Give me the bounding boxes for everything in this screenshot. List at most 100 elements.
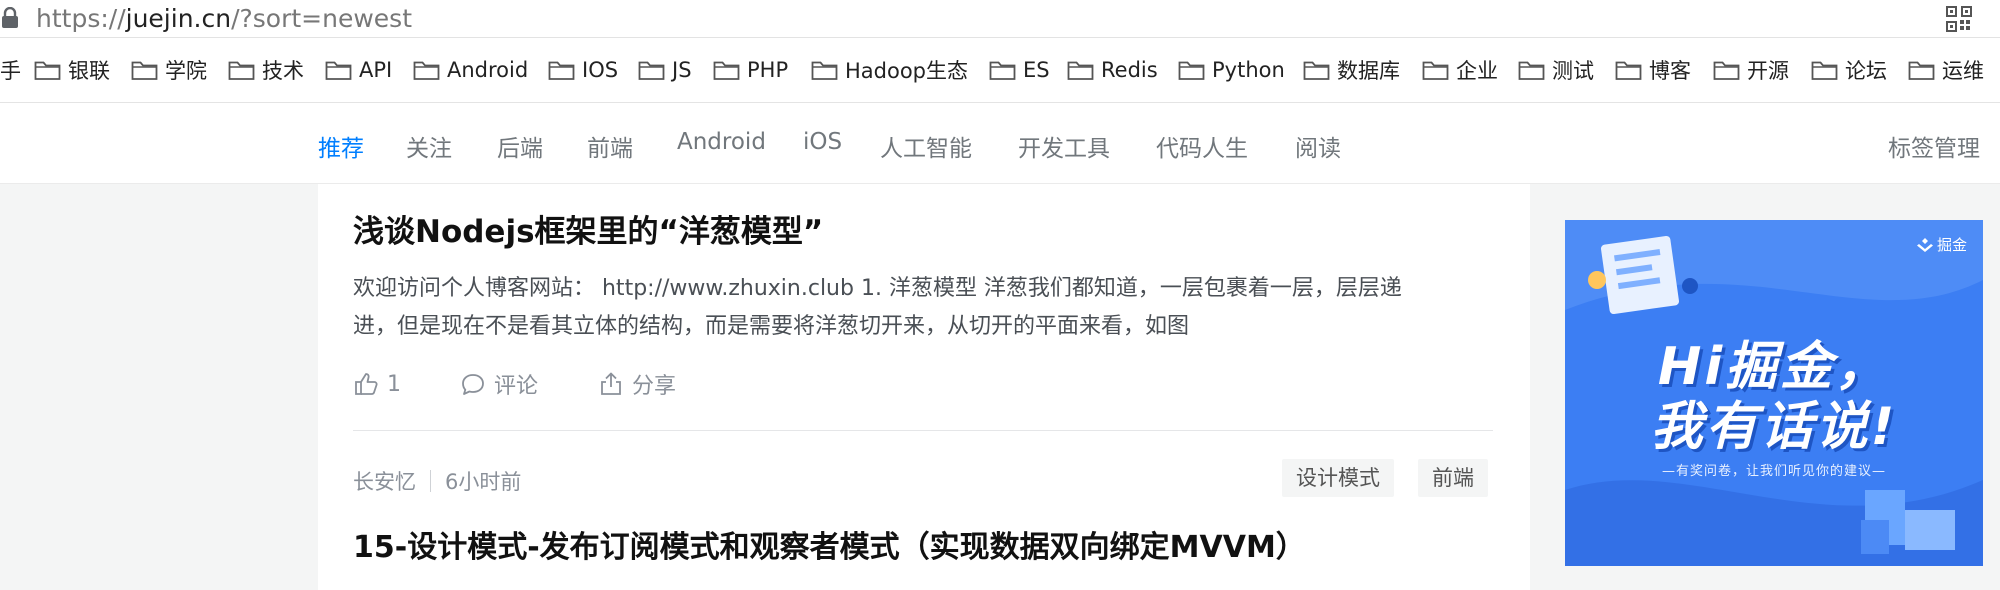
url-path: /?sort=newest (231, 4, 412, 33)
bookmark-folder[interactable]: 企业 (1422, 56, 1498, 84)
folder-icon (1303, 61, 1330, 80)
share-button[interactable]: 分享 (598, 366, 676, 402)
bookmark-label: IOS (582, 58, 619, 82)
bookmark-folder[interactable]: IOS (548, 56, 618, 84)
folder-icon (1811, 61, 1838, 80)
article-tag[interactable]: 设计模式 (1282, 459, 1394, 497)
bookmark-folder[interactable]: Android (413, 56, 528, 84)
bookmark-folder[interactable]: 银联 (34, 56, 110, 84)
article-title[interactable]: 15-设计模式-发布订阅模式和观察者模式（实现数据双向绑定MVVM） (353, 522, 1306, 566)
tab-recommended[interactable]: 推荐 (318, 129, 364, 163)
folder-icon (713, 61, 740, 80)
tab-backend[interactable]: 后端 (497, 129, 543, 163)
tab-ios[interactable]: iOS (803, 129, 842, 155)
address-bar[interactable]: https://juejin.cn/?sort=newest (0, 0, 2000, 38)
ad-brand: 掘金 (1916, 234, 1967, 255)
category-nav: 推荐 关注 后端 前端 Android iOS 人工智能 开发工具 代码人生 阅… (0, 103, 2000, 184)
survey-ad-banner[interactable]: 掘金 Hi掘金， 我有话说! —有奖问卷，让我们听见你的建议— (1565, 220, 1983, 566)
folder-icon (1518, 61, 1545, 80)
article-title[interactable]: 浅谈Nodejs框架里的“洋葱模型” (353, 206, 823, 251)
bookmark-label: Python (1212, 58, 1285, 82)
bookmark-folder[interactable]: 博客 (1615, 56, 1691, 84)
bookmark-folder[interactable]: Python (1178, 56, 1285, 84)
tab-following[interactable]: 关注 (406, 129, 452, 163)
url-text[interactable]: https://juejin.cn/?sort=newest (36, 4, 412, 34)
bookmark-folder[interactable]: 运维 (1908, 56, 1984, 84)
article-divider (353, 430, 1493, 431)
comment-button[interactable]: 评论 (460, 366, 538, 402)
article-meta: 长安忆 6小时前 (353, 464, 521, 498)
share-label: 分享 (632, 374, 677, 399)
folder-icon (1615, 61, 1642, 80)
abstract-line: 欢迎访问个人博客网站： http://www.zhuxin.club 1. 洋葱… (353, 276, 1402, 301)
bookmark-label: Redis (1101, 58, 1158, 82)
bookmark-folder[interactable]: 数据库 (1303, 56, 1400, 84)
url-scheme: https:// (36, 4, 126, 33)
share-icon (601, 372, 621, 395)
bookmark-label: 银联 (68, 59, 110, 83)
ad-brand-label: 掘金 (1936, 236, 1967, 254)
bookmark-label: 测试 (1552, 59, 1594, 83)
bookmark-folder[interactable]: API (325, 56, 392, 84)
bookmark-label: 手 (0, 59, 21, 83)
tab-ai[interactable]: 人工智能 (880, 129, 972, 163)
bookmark-item[interactable]: 手 (0, 56, 21, 84)
tag-manage-link[interactable]: 标签管理 (1888, 129, 1980, 163)
bookmark-folder[interactable]: PHP (713, 56, 788, 84)
bookmark-label: JS (672, 58, 692, 82)
folder-icon (228, 61, 255, 80)
bookmark-folder[interactable]: JS (638, 56, 692, 84)
bookmark-label: 学院 (165, 59, 207, 83)
article-tag[interactable]: 前端 (1418, 459, 1488, 497)
article-feed: 浅谈Nodejs框架里的“洋葱模型” 欢迎访问个人博客网站： http://ww… (318, 184, 1530, 590)
bookmark-folder[interactable]: ES (989, 56, 1050, 84)
folder-icon (1908, 61, 1935, 80)
folder-icon (548, 61, 575, 80)
ad-subline: —有奖问卷，让我们听见你的建议— (1661, 464, 1886, 479)
article-abstract[interactable]: 欢迎访问个人博客网站： http://www.zhuxin.club 1. 洋葱… (353, 270, 1493, 346)
folder-icon (638, 61, 665, 80)
thumbs-up-icon (355, 373, 378, 395)
comment-icon (462, 374, 484, 395)
comment-label: 评论 (494, 374, 539, 399)
juejin-logo-icon (1916, 237, 1933, 252)
folder-icon (1713, 61, 1740, 80)
bookmark-folder[interactable]: Hadoop生态 (811, 56, 968, 84)
bookmark-folder[interactable]: Redis (1067, 56, 1158, 84)
folder-icon (989, 61, 1016, 80)
folder-icon (1422, 61, 1449, 80)
bookmark-folder[interactable]: 学院 (131, 56, 207, 84)
bookmark-label: 开源 (1747, 59, 1789, 83)
folder-icon (413, 61, 440, 80)
folder-icon (1067, 61, 1094, 80)
bookmark-folder[interactable]: 论坛 (1811, 56, 1887, 84)
ad-headline: 我有话说! (1650, 397, 1898, 457)
bookmarks-bar: 手 银联 学院 技术 API Android IOS JS PHP Hadoop… (0, 38, 2000, 103)
like-count: 1 (387, 371, 401, 397)
bookmark-folder[interactable]: 开源 (1713, 56, 1789, 84)
folder-icon (811, 61, 838, 80)
tab-reading[interactable]: 阅读 (1295, 129, 1341, 163)
url-domain: juejin.cn (125, 4, 232, 33)
bookmark-folder[interactable]: 测试 (1518, 56, 1594, 84)
folder-icon (34, 61, 61, 80)
lock-icon (2, 7, 18, 28)
bookmark-folder[interactable]: 技术 (228, 56, 304, 84)
tab-frontend[interactable]: 前端 (587, 129, 633, 163)
folder-icon (1178, 61, 1205, 80)
like-button[interactable]: 1 (353, 366, 401, 402)
publish-time: 6小时前 (445, 470, 522, 494)
tab-android[interactable]: Android (677, 129, 766, 155)
tab-dev-tools[interactable]: 开发工具 (1018, 129, 1110, 163)
bookmark-label: 数据库 (1337, 59, 1400, 83)
folder-icon (131, 61, 158, 80)
abstract-line: 进，但是现在不是看其立体的结构，而是需要将洋葱切开来，从切开的平面来看，如图 (353, 314, 1190, 339)
bookmark-label: API (359, 58, 393, 82)
tab-code-life[interactable]: 代码人生 (1156, 129, 1248, 163)
meta-separator (430, 470, 431, 492)
bookmark-label: PHP (747, 58, 789, 82)
author-name[interactable]: 长安忆 (353, 466, 416, 496)
bookmark-label: ES (1023, 58, 1050, 82)
bookmark-label: 技术 (262, 59, 304, 83)
qr-code-icon[interactable] (1946, 6, 1972, 32)
